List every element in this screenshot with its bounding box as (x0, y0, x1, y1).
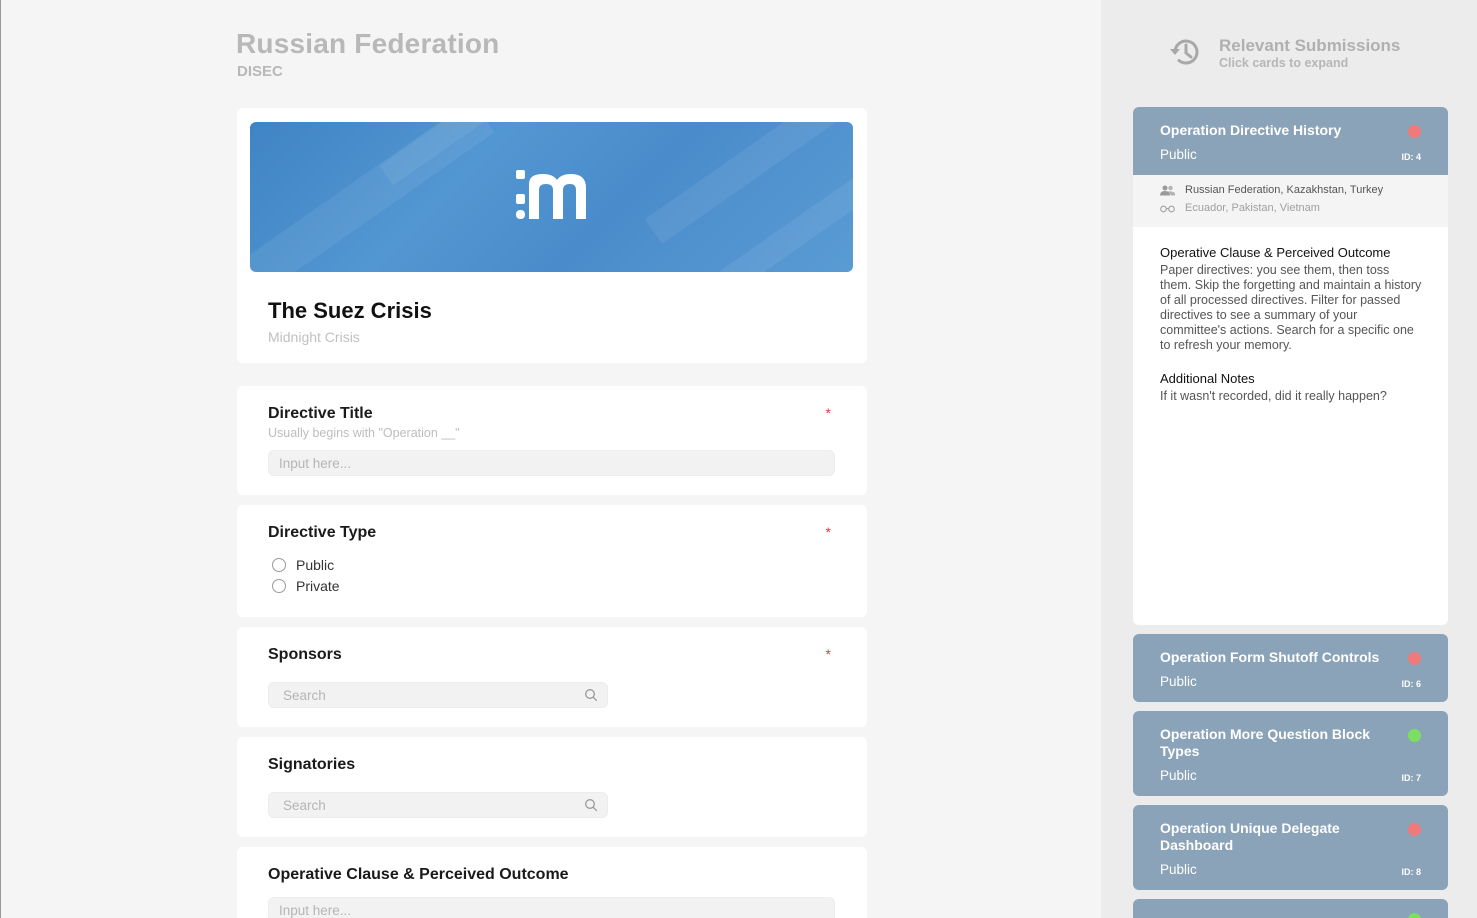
operative-clause-input[interactable] (268, 897, 835, 918)
radio-public[interactable]: Public (272, 557, 334, 573)
submission-visibility: Public (1160, 674, 1197, 689)
status-dot-red (1408, 823, 1421, 836)
radio-circle[interactable] (272, 558, 286, 572)
sidebar-title: Relevant Submissions (1219, 36, 1401, 55)
directive-title-input[interactable] (268, 450, 835, 476)
clause-text: Paper directives: you see them, then tos… (1160, 263, 1422, 352)
status-dot-red (1408, 652, 1421, 665)
operative-clause-label: Operative Clause & Perceived Outcome (268, 866, 569, 883)
card-meta: Russian Federation, Kazakhstan, Turkey E… (1133, 175, 1448, 227)
directive-type-card: Directive Type * Public Private (237, 505, 867, 617)
submission-id: ID: 4 (1401, 152, 1421, 162)
radio-circle[interactable] (272, 579, 286, 593)
directive-title-card: Directive Title * Usually begins with "O… (237, 386, 867, 495)
conference-banner (250, 122, 853, 272)
required-marker: * (825, 646, 831, 662)
conference-subtitle: Midnight Crisis (268, 329, 360, 345)
submission-card[interactable]: Operation Form Shutoff Controls Public I… (1133, 634, 1448, 702)
radio-private-label: Private (296, 578, 340, 594)
sponsors-search-input[interactable] (269, 683, 569, 707)
submission-id: ID: 7 (1401, 773, 1421, 783)
signatories-search-input[interactable] (269, 793, 569, 817)
signatories-list: Ecuador, Pakistan, Vietnam (1185, 202, 1320, 214)
conference-card: The Suez Crisis Midnight Crisis (237, 108, 867, 363)
country-name: Russian Federation (236, 28, 500, 59)
history-icon (1170, 39, 1199, 65)
form-area: Russian Federation DISEC The Suez Crisis… (1, 0, 1101, 918)
signatories-row: Ecuador, Pakistan, Vietnam (1160, 202, 1320, 214)
operative-clause-card: Operative Clause & Perceived Outcome (237, 847, 867, 918)
directive-type-label: Directive Type (268, 524, 377, 541)
submission-card[interactable]: Operation More Question Block Types Publ… (1133, 711, 1448, 796)
sidebar-subtitle: Click cards to expand (1219, 56, 1349, 70)
glasses-icon (1160, 205, 1175, 212)
sponsors-label: Sponsors (268, 646, 342, 663)
submission-id: ID: 6 (1401, 679, 1421, 689)
directive-title-help: Usually begins with "Operation __" (268, 426, 460, 440)
notes-text: If it wasn't recorded, did it really hap… (1160, 389, 1387, 403)
clause-heading: Operative Clause & Perceived Outcome (1160, 245, 1391, 260)
submission-card-expanded[interactable]: Operation Directive History Public ID: 4… (1133, 107, 1448, 625)
notes-heading: Additional Notes (1160, 371, 1255, 386)
submission-id: ID: 8 (1401, 867, 1421, 877)
status-dot-red (1408, 125, 1421, 138)
sponsors-list: Russian Federation, Kazakhstan, Turkey (1185, 184, 1384, 196)
directive-title-label: Directive Title (268, 405, 373, 422)
submission-visibility: Public (1160, 147, 1197, 162)
committee-name: DISEC (237, 63, 283, 80)
submission-visibility: Public (1160, 768, 1197, 783)
required-marker: * (825, 405, 831, 421)
conference-title: The Suez Crisis (268, 298, 432, 323)
radio-private[interactable]: Private (272, 578, 340, 594)
submission-title: Operation More Question Block Types (1160, 726, 1371, 759)
submission-card[interactable] (1133, 899, 1448, 918)
submission-title: Operation Form Shutoff Controls (1160, 649, 1380, 665)
signatories-search[interactable] (268, 792, 608, 818)
logo-icon (516, 170, 586, 219)
sponsors-search[interactable] (268, 682, 608, 708)
sponsors-row: Russian Federation, Kazakhstan, Turkey (1160, 184, 1383, 196)
submissions-sidebar: Relevant Submissions Click cards to expa… (1101, 0, 1477, 918)
card-header[interactable]: Operation Directive History Public ID: 4 (1133, 107, 1448, 175)
search-icon[interactable] (584, 688, 598, 702)
submission-title: Operation Directive History (1160, 122, 1342, 138)
required-marker: * (825, 524, 831, 540)
submission-visibility: Public (1160, 862, 1197, 877)
submission-title: Operation Unique Delegate Dashboard (1160, 820, 1340, 853)
status-dot-green (1408, 913, 1421, 918)
submission-card[interactable]: Operation Unique Delegate Dashboard Publ… (1133, 805, 1448, 890)
status-dot-green (1408, 729, 1421, 742)
sponsors-card: Sponsors * (237, 627, 867, 727)
search-icon[interactable] (584, 798, 598, 812)
signatories-card: Signatories (237, 737, 867, 837)
signatories-label: Signatories (268, 756, 356, 773)
radio-public-label: Public (296, 557, 335, 573)
people-icon (1160, 185, 1175, 195)
